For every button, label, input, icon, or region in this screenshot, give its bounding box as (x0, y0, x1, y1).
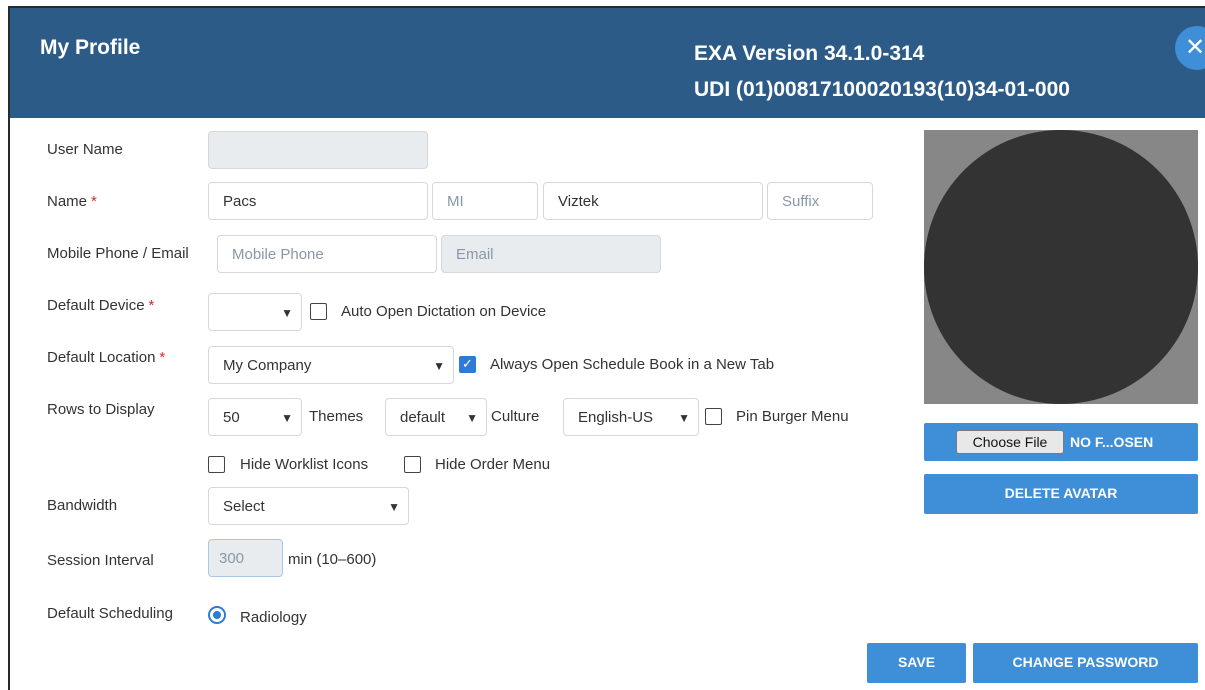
hide-order-menu-label: Hide Order Menu (435, 456, 551, 473)
udi-text: UDI (01)00817100020193(10)34-01-000 (694, 78, 1070, 101)
avatar (924, 130, 1198, 404)
chevron-down-icon: ▼ (281, 306, 293, 320)
default-device-select[interactable]: ▼ (208, 293, 302, 331)
themes-label: Themes (309, 408, 364, 425)
themes-value: default (400, 409, 446, 426)
required-marker: * (159, 349, 166, 366)
change-password-button[interactable]: CHANGE PASSWORD (973, 643, 1198, 683)
chevron-down-icon: ▼ (433, 359, 445, 373)
chevron-down-icon: ▼ (466, 411, 478, 425)
pin-burger-menu-checkbox[interactable] (705, 408, 722, 425)
themes-select[interactable]: default ▼ (385, 398, 487, 436)
user-name-input[interactable] (208, 131, 428, 169)
auto-open-dictation-label: Auto Open Dictation on Device (341, 303, 547, 320)
avatar-preview (924, 130, 1198, 404)
suffix-input[interactable] (767, 182, 873, 220)
check-icon: ✓ (462, 356, 473, 371)
session-interval-unit: min (10–600) (288, 551, 377, 568)
required-marker: * (91, 193, 97, 210)
delete-avatar-button[interactable]: DELETE AVATAR (924, 474, 1198, 514)
user-name-label: User Name (47, 141, 123, 158)
chevron-down-icon: ▼ (388, 500, 400, 514)
hide-worklist-icons-checkbox[interactable] (208, 456, 225, 473)
pin-burger-menu-label: Pin Burger Menu (736, 408, 849, 425)
default-device-label: Default Device * (47, 297, 155, 314)
hide-order-menu-checkbox[interactable] (404, 456, 421, 473)
dialog-header: My Profile EXA Version 34.1.0-314 UDI (0… (10, 8, 1205, 118)
culture-select[interactable]: English-US ▼ (563, 398, 699, 436)
default-location-value: My Company (223, 357, 312, 374)
culture-value: English-US (578, 409, 654, 426)
email-input[interactable] (441, 235, 661, 273)
default-scheduling-label: Default Scheduling (47, 605, 173, 622)
default-location-select[interactable]: My Company ▼ (208, 346, 454, 384)
middle-initial-input[interactable] (432, 182, 538, 220)
first-name-input[interactable] (208, 182, 428, 220)
mobile-phone-input[interactable] (217, 235, 437, 273)
chevron-down-icon: ▼ (678, 411, 690, 425)
required-marker: * (148, 297, 155, 314)
version-text: EXA Version 34.1.0-314 (694, 42, 925, 65)
radiology-radio[interactable] (208, 606, 226, 624)
choose-file-button[interactable]: Choose File (956, 430, 1064, 454)
hide-worklist-icons-label: Hide Worklist Icons (240, 456, 369, 473)
save-button[interactable]: SAVE (867, 643, 966, 683)
rows-to-display-label: Rows to Display (47, 401, 155, 418)
session-interval-input[interactable] (208, 539, 283, 577)
file-status-text: NO F...OSEN (1070, 434, 1154, 450)
close-icon: ✕ (1185, 34, 1205, 61)
name-label: Name * (47, 193, 97, 210)
radiology-label: Radiology (240, 609, 307, 626)
culture-label: Culture (491, 408, 540, 425)
bandwidth-select[interactable]: Select ▼ (208, 487, 409, 525)
bandwidth-value: Select (223, 498, 265, 515)
open-schedule-new-tab-checkbox[interactable]: ✓ (459, 356, 476, 373)
bandwidth-label: Bandwidth (47, 497, 118, 514)
default-location-label: Default Location * (47, 349, 166, 366)
auto-open-dictation-checkbox[interactable] (310, 303, 327, 320)
contact-label: Mobile Phone / Email (47, 245, 189, 262)
dialog-title: My Profile (40, 36, 141, 59)
last-name-input[interactable] (543, 182, 763, 220)
session-interval-label: Session Interval (47, 552, 154, 569)
open-schedule-new-tab-label: Always Open Schedule Book in a New Tab (490, 356, 775, 373)
version-info: EXA Version 34.1.0-314 UDI (01)008171000… (694, 36, 1070, 108)
rows-to-display-select[interactable]: 50 ▼ (208, 398, 302, 436)
chevron-down-icon: ▼ (281, 411, 293, 425)
rows-to-display-value: 50 (223, 409, 240, 426)
